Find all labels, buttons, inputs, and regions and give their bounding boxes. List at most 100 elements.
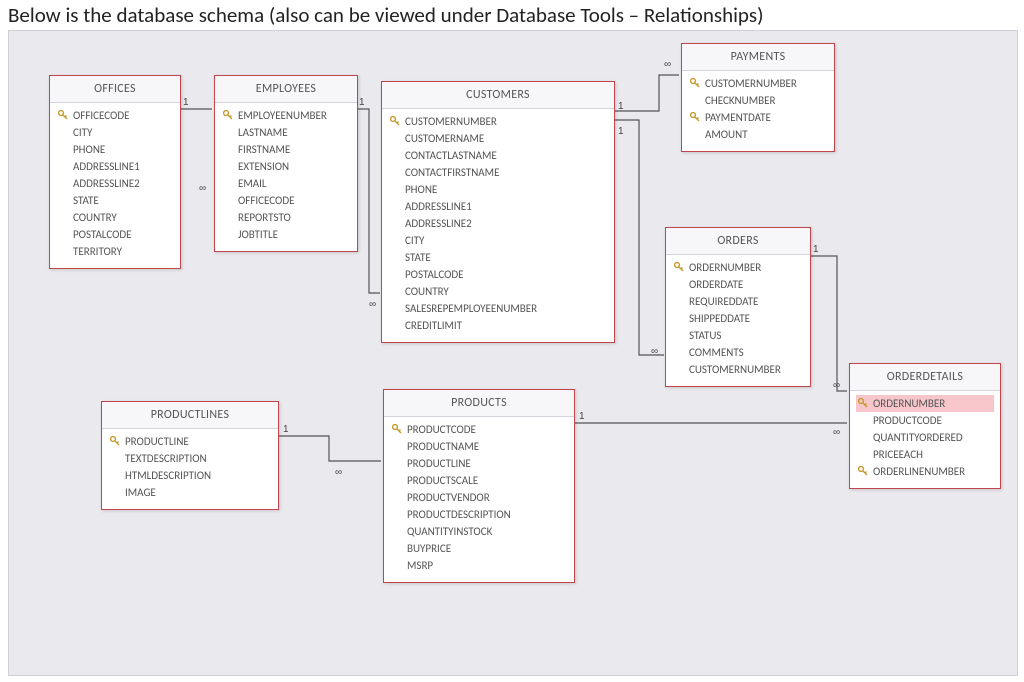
- field-officecode[interactable]: OFFICECODE: [221, 192, 351, 209]
- field-city[interactable]: CITY: [56, 124, 174, 141]
- field-label: CUSTOMERNAME: [405, 132, 484, 145]
- table-customers[interactable]: CUSTOMERS CUSTOMERNUMBERCUSTOMERNAMECONT…: [381, 81, 615, 343]
- field-label: CONTACTFIRSTNAME: [405, 166, 499, 179]
- card-one: 1: [618, 126, 624, 137]
- field-phone[interactable]: PHONE: [388, 181, 608, 198]
- table-title: PAYMENTS: [682, 44, 834, 71]
- field-productcode[interactable]: PRODUCTCODE: [390, 421, 568, 438]
- field-addressline1[interactable]: ADDRESSLINE1: [388, 198, 608, 215]
- field-label: FIRSTNAME: [238, 143, 290, 156]
- field-country[interactable]: COUNTRY: [388, 283, 608, 300]
- field-label: EMAIL: [238, 177, 267, 190]
- field-addressline2[interactable]: ADDRESSLINE2: [388, 215, 608, 232]
- field-checknumber[interactable]: CHECKNUMBER: [688, 92, 828, 109]
- field-state[interactable]: STATE: [388, 249, 608, 266]
- field-firstname[interactable]: FIRSTNAME: [221, 141, 351, 158]
- field-city[interactable]: CITY: [388, 232, 608, 249]
- field-shippeddate[interactable]: SHIPPEDDATE: [672, 310, 804, 327]
- field-comments[interactable]: COMMENTS: [672, 344, 804, 361]
- field-jobtitle[interactable]: JOBTITLE: [221, 226, 351, 243]
- field-productname[interactable]: PRODUCTNAME: [390, 438, 568, 455]
- field-label: PRODUCTVENDOR: [407, 491, 490, 504]
- field-label: SHIPPEDDATE: [689, 312, 750, 325]
- field-productline[interactable]: PRODUCTLINE: [390, 455, 568, 472]
- field-label: QUANTITYINSTOCK: [407, 525, 492, 538]
- field-addressline2[interactable]: ADDRESSLINE2: [56, 175, 174, 192]
- field-customernumber[interactable]: CUSTOMERNUMBER: [672, 361, 804, 378]
- table-products[interactable]: PRODUCTS PRODUCTCODEPRODUCTNAMEPRODUCTLI…: [383, 389, 575, 583]
- field-orderlinenumber[interactable]: ORDERLINENUMBER: [856, 463, 994, 480]
- field-reportsto[interactable]: REPORTSTO: [221, 209, 351, 226]
- table-payments[interactable]: PAYMENTS CUSTOMERNUMBER CHECKNUMBERPAYMEN…: [681, 43, 835, 152]
- field-label: OFFICECODE: [238, 194, 294, 207]
- field-customername[interactable]: CUSTOMERNAME: [388, 130, 608, 147]
- table-fields: CUSTOMERNUMBER CHECKNUMBERPAYMENTDATE AMOU…: [682, 71, 834, 151]
- field-label: TERRITORY: [73, 245, 122, 258]
- field-contactlastname[interactable]: CONTACTLASTNAME: [388, 147, 608, 164]
- field-label: CUSTOMERNUMBER: [405, 115, 497, 128]
- field-htmldescription[interactable]: HTMLDESCRIPTION: [108, 467, 272, 484]
- card-many: ∞: [199, 183, 206, 194]
- table-employees[interactable]: EMPLOYEES EMPLOYEENUMBERLASTNAME FIRSTNAM…: [214, 75, 358, 252]
- field-productdescription[interactable]: PRODUCTDESCRIPTION: [390, 506, 568, 523]
- field-phone[interactable]: PHONE: [56, 141, 174, 158]
- field-label: PRODUCTLINE: [407, 457, 471, 470]
- field-ordernumber[interactable]: ORDERNUMBER: [856, 395, 994, 412]
- card-one: 1: [183, 97, 189, 108]
- field-customernumber[interactable]: CUSTOMERNUMBER: [388, 113, 608, 130]
- field-ordernumber[interactable]: ORDERNUMBER: [672, 259, 804, 276]
- field-priceeach[interactable]: PRICEEACH: [856, 446, 994, 463]
- field-territory[interactable]: TERRITORY: [56, 243, 174, 260]
- field-postalcode[interactable]: POSTALCODE: [56, 226, 174, 243]
- field-postalcode[interactable]: POSTALCODE: [388, 266, 608, 283]
- field-salesrepemployeenumber[interactable]: SALESREPEMPLOYEENUMBER: [388, 300, 608, 317]
- table-title: PRODUCTLINES: [102, 402, 278, 429]
- field-lastname[interactable]: LASTNAME: [221, 124, 351, 141]
- table-productlines[interactable]: PRODUCTLINES PRODUCTLINETEXTDESCRIPTIONH…: [101, 401, 279, 510]
- field-label: OFFICECODE: [73, 109, 129, 122]
- field-employeenumber[interactable]: EMPLOYEENUMBER: [221, 107, 351, 124]
- field-image[interactable]: IMAGE: [108, 484, 272, 501]
- table-orderdetails[interactable]: ORDERDETAILS ORDERNUMBERPRODUCTCODEQUANT…: [849, 363, 1001, 489]
- field-label: ADDRESSLINE1: [73, 160, 140, 173]
- field-label: CUSTOMERNUMBER: [705, 77, 797, 90]
- field-status[interactable]: STATUS: [672, 327, 804, 344]
- field-productcode[interactable]: PRODUCTCODE: [856, 412, 994, 429]
- field-customernumber[interactable]: CUSTOMERNUMBER: [688, 75, 828, 92]
- field-requireddate[interactable]: REQUIREDDATE: [672, 293, 804, 310]
- field-state[interactable]: STATE: [56, 192, 174, 209]
- field-country[interactable]: COUNTRY: [56, 209, 174, 226]
- field-label: CREDITLIMIT: [405, 319, 462, 332]
- table-fields: CUSTOMERNUMBER CUSTOMERNAME CONTACTLASTNAM…: [382, 109, 614, 342]
- card-many: ∞: [833, 427, 840, 438]
- field-orderdate[interactable]: ORDERDATE: [672, 276, 804, 293]
- field-email[interactable]: EMAIL: [221, 175, 351, 192]
- relationships-canvas: 1 ∞ 1 ∞ 1 ∞ 1 ∞ 1 ∞ 1 ∞ 1 ∞ OFFICES OFFI…: [8, 30, 1018, 676]
- field-quantityinstock[interactable]: QUANTITYINSTOCK: [390, 523, 568, 540]
- field-quantityordered[interactable]: QUANTITYORDERED: [856, 429, 994, 446]
- field-label: PRODUCTDESCRIPTION: [407, 508, 511, 521]
- field-label: ADDRESSLINE1: [405, 200, 472, 213]
- field-productvendor[interactable]: PRODUCTVENDOR: [390, 489, 568, 506]
- field-label: CONTACTLASTNAME: [405, 149, 497, 162]
- field-creditlimit[interactable]: CREDITLIMIT: [388, 317, 608, 334]
- field-productscale[interactable]: PRODUCTSCALE: [390, 472, 568, 489]
- table-orders[interactable]: ORDERS ORDERNUMBERORDERDATEREQUIREDDATES…: [665, 227, 811, 387]
- field-label: PRODUCTCODE: [873, 414, 942, 427]
- field-contactfirstname[interactable]: CONTACTFIRSTNAME: [388, 164, 608, 181]
- field-extension[interactable]: EXTENSION: [221, 158, 351, 175]
- field-label: AMOUNT: [705, 128, 748, 141]
- table-offices[interactable]: OFFICES OFFICECODE CITYPHONE ADDRESSLINE1 A…: [49, 75, 181, 269]
- field-amount[interactable]: AMOUNT: [688, 126, 828, 143]
- table-title: EMPLOYEES: [215, 76, 357, 103]
- card-one: 1: [283, 424, 289, 435]
- field-msrp[interactable]: MSRP: [390, 557, 568, 574]
- field-buyprice[interactable]: BUYPRICE: [390, 540, 568, 557]
- field-addressline1[interactable]: ADDRESSLINE1: [56, 158, 174, 175]
- field-productline[interactable]: PRODUCTLINE: [108, 433, 272, 450]
- table-title: OFFICES: [50, 76, 180, 103]
- field-textdescription[interactable]: TEXTDESCRIPTION: [108, 450, 272, 467]
- field-label: CITY: [405, 234, 424, 247]
- field-officecode[interactable]: OFFICECODE: [56, 107, 174, 124]
- field-paymentdate[interactable]: PAYMENTDATE: [688, 109, 828, 126]
